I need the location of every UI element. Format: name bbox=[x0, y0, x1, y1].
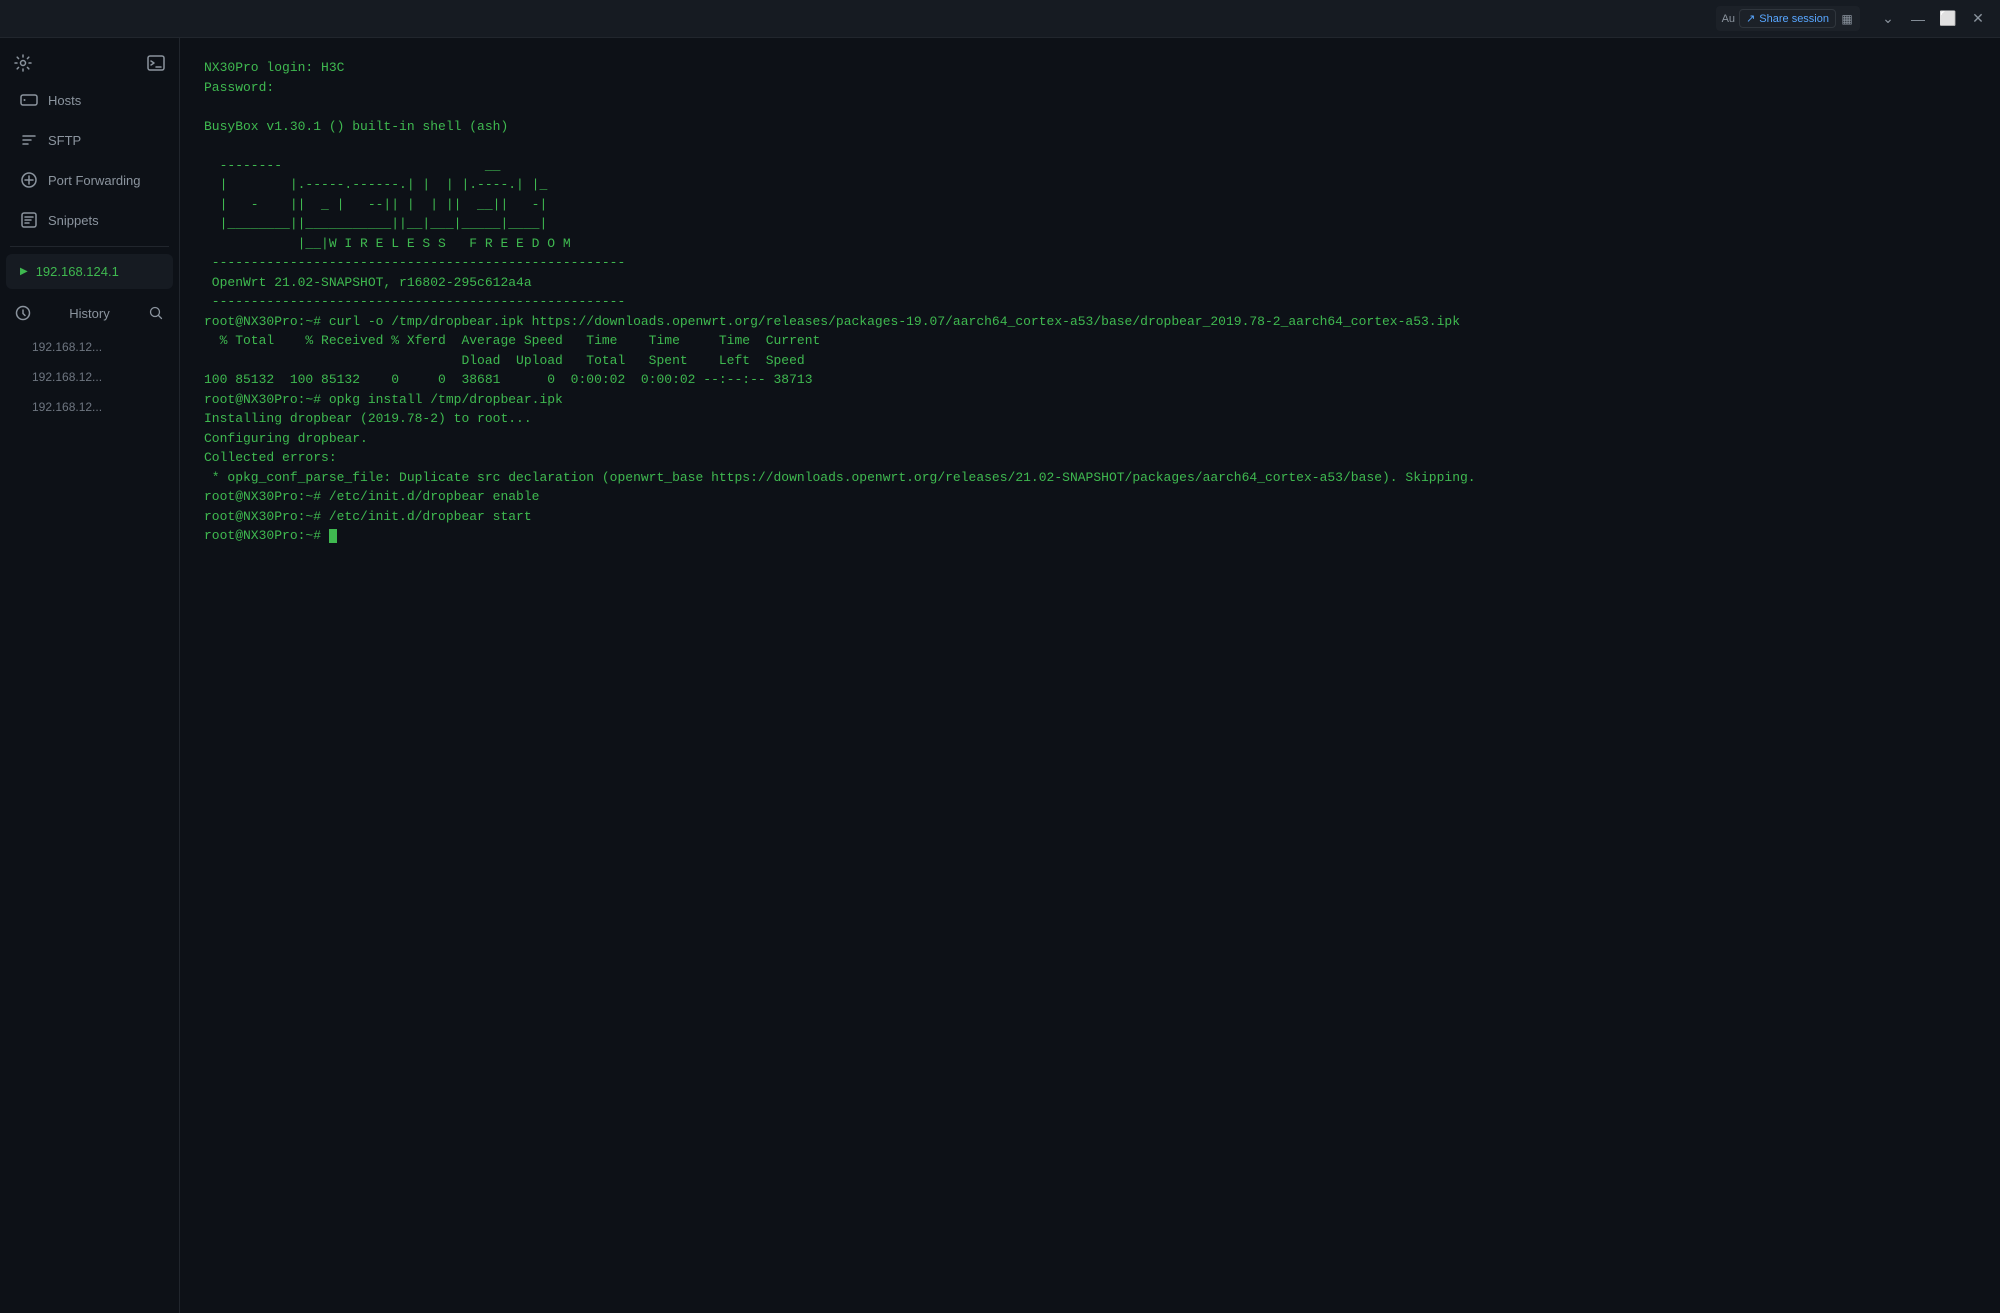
sidebar-divider bbox=[10, 246, 169, 247]
maximize-button[interactable]: ⬜ bbox=[1934, 5, 1962, 33]
window-controls: ⌄ — ⬜ ✕ bbox=[1874, 5, 1992, 33]
sidebar-item-hosts[interactable]: Hosts bbox=[6, 81, 173, 119]
terminal-icon[interactable] bbox=[147, 54, 165, 72]
terminal-line-1: NX30Pro login: H3C Password: BusyBox v1.… bbox=[204, 60, 1476, 543]
hosts-label: Hosts bbox=[48, 93, 81, 108]
titlebar-label: Au bbox=[1722, 13, 1735, 25]
hosts-icon bbox=[20, 91, 38, 109]
minimize-button[interactable]: — bbox=[1904, 5, 1932, 33]
sidebar: Hosts SFTP Port Forwarding bbox=[0, 38, 180, 1313]
snippets-label: Snippets bbox=[48, 213, 99, 228]
close-button[interactable]: ✕ bbox=[1964, 5, 1992, 33]
sftp-icon bbox=[20, 131, 38, 149]
terminal-cursor bbox=[329, 529, 337, 543]
history-item-2[interactable]: 192.168.12... bbox=[0, 362, 179, 392]
chevron-down-button[interactable]: ⌄ bbox=[1874, 5, 1902, 33]
terminal-output: NX30Pro login: H3C Password: BusyBox v1.… bbox=[204, 58, 1976, 565]
titlebar-controls: Au ↗ Share session ▦ bbox=[1716, 6, 1860, 31]
history-item-1[interactable]: 192.168.12... bbox=[0, 332, 179, 362]
share-session-button[interactable]: ↗ Share session bbox=[1739, 9, 1836, 28]
sidebar-item-port-forwarding[interactable]: Port Forwarding bbox=[6, 161, 173, 199]
history-clock-icon bbox=[14, 304, 32, 322]
active-host-chevron: ▶ bbox=[20, 266, 28, 277]
history-section: History 192.168.12... 192.168.12... 192.… bbox=[0, 290, 179, 426]
port-forwarding-label: Port Forwarding bbox=[48, 173, 140, 188]
settings-icon[interactable] bbox=[14, 54, 32, 72]
history-item-3[interactable]: 192.168.12... bbox=[0, 392, 179, 422]
history-search-icon[interactable] bbox=[147, 304, 165, 322]
share-icon: ↗ bbox=[1746, 12, 1755, 25]
terminal-area[interactable]: NX30Pro login: H3C Password: BusyBox v1.… bbox=[180, 38, 2000, 1313]
history-label: History bbox=[69, 306, 109, 321]
snippets-icon bbox=[20, 211, 38, 229]
main-layout: Hosts SFTP Port Forwarding bbox=[0, 38, 2000, 1313]
sidebar-top-icons bbox=[0, 38, 179, 80]
port-forwarding-icon bbox=[20, 171, 38, 189]
sidebar-item-sftp[interactable]: SFTP bbox=[6, 121, 173, 159]
active-host-label: 192.168.124.1 bbox=[36, 264, 119, 279]
sftp-label: SFTP bbox=[48, 133, 81, 148]
active-host-item[interactable]: ▶ 192.168.124.1 bbox=[6, 254, 173, 289]
history-header: History bbox=[0, 294, 179, 332]
titlebar: Au ↗ Share session ▦ ⌄ — ⬜ ✕ bbox=[0, 0, 2000, 38]
sidebar-item-snippets[interactable]: Snippets bbox=[6, 201, 173, 239]
split-view-icon[interactable]: ▦ bbox=[1840, 12, 1854, 26]
